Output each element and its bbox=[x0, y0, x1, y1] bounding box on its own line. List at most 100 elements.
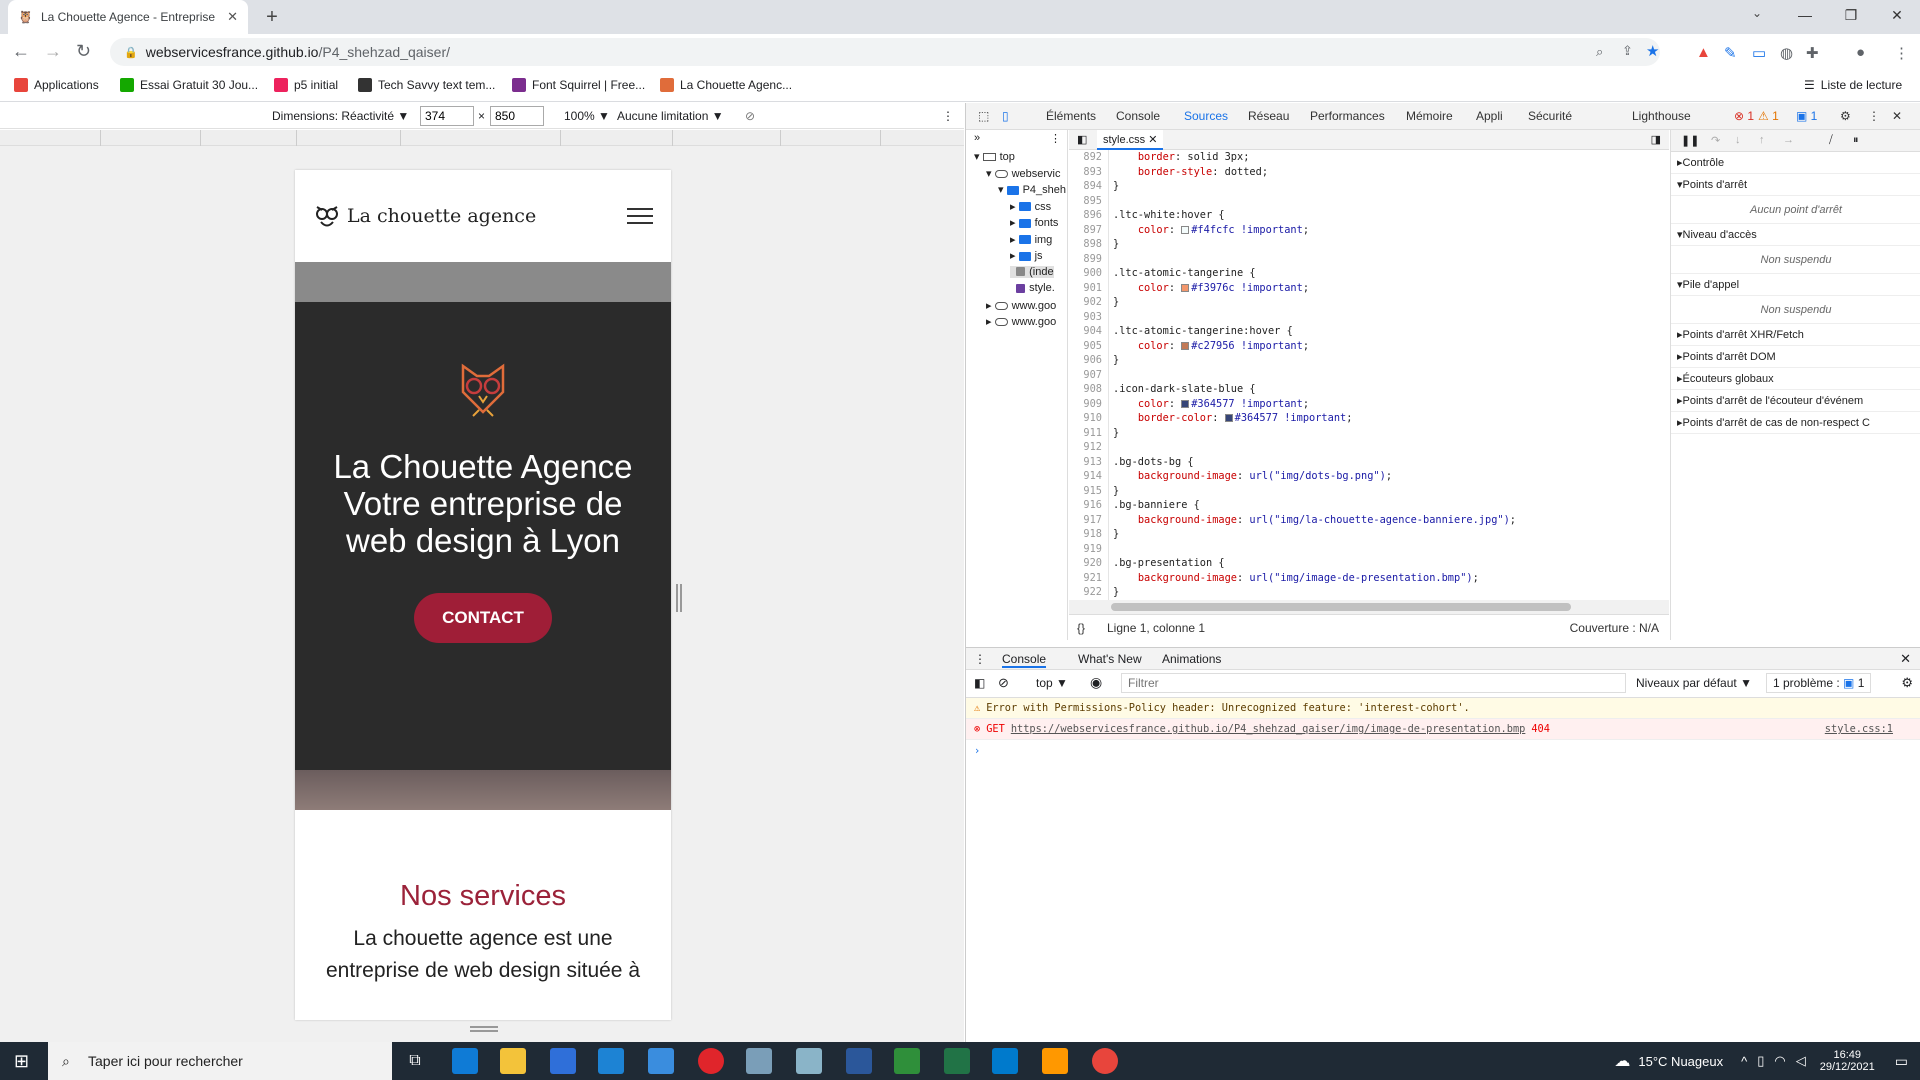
device-menu-icon[interactable]: ⋮ bbox=[942, 109, 954, 123]
navigator-menu-icon[interactable]: ⋮ bbox=[1050, 132, 1061, 145]
color-swatch[interactable] bbox=[1181, 225, 1190, 234]
console-filter-input[interactable] bbox=[1121, 673, 1626, 693]
tab-sources[interactable]: Sources bbox=[1184, 109, 1228, 123]
tree-item[interactable]: ▸ js bbox=[1010, 249, 1043, 262]
bookmark-applications[interactable]: Applications bbox=[14, 78, 99, 92]
code-line[interactable]: 899 bbox=[1069, 251, 1669, 266]
line-number[interactable]: 914 bbox=[1069, 469, 1109, 484]
line-number[interactable]: 913 bbox=[1069, 454, 1109, 469]
debugger-section-header[interactable]: ▸ Points d'arrêt de l'écouteur d'événem bbox=[1671, 390, 1920, 412]
code-line[interactable]: 916 .bg-banniere { bbox=[1069, 498, 1669, 513]
tab-elements[interactable]: Éléments bbox=[1046, 109, 1096, 123]
sublime-icon[interactable] bbox=[1042, 1048, 1068, 1074]
line-number[interactable]: 922 bbox=[1069, 585, 1109, 600]
debugger-section-header[interactable]: ▸ Contrôle bbox=[1671, 152, 1920, 174]
step-over-icon[interactable]: ↷ bbox=[1711, 134, 1720, 147]
tab-security[interactable]: Sécurité bbox=[1528, 109, 1572, 123]
edge-icon[interactable] bbox=[452, 1048, 478, 1074]
line-number[interactable]: 912 bbox=[1069, 440, 1109, 455]
error-count-badge[interactable]: ⊗ 1 bbox=[1734, 109, 1754, 123]
tree-item[interactable]: ▸ www.goo bbox=[986, 299, 1056, 312]
line-number[interactable]: 915 bbox=[1069, 483, 1109, 498]
code-line[interactable]: 912 bbox=[1069, 440, 1669, 455]
line-number[interactable]: 898 bbox=[1069, 237, 1109, 252]
debugger-section-header[interactable]: ▾ Points d'arrêt bbox=[1671, 174, 1920, 196]
line-number[interactable]: 905 bbox=[1069, 338, 1109, 353]
color-swatch[interactable] bbox=[1224, 414, 1233, 422]
toggle-navigator-icon[interactable]: ◧ bbox=[1077, 133, 1087, 146]
store-icon[interactable] bbox=[550, 1048, 576, 1074]
tab-search-icon[interactable]: ⌄ bbox=[1752, 6, 1762, 20]
line-number[interactable]: 892 bbox=[1069, 150, 1109, 165]
file-tab-style-css[interactable]: style.css ✕ bbox=[1097, 130, 1164, 150]
close-window-button[interactable]: ✕ bbox=[1874, 0, 1920, 30]
code-line[interactable]: 918} bbox=[1069, 527, 1669, 542]
notifications-icon[interactable]: ▭ bbox=[1895, 1053, 1908, 1070]
tree-item[interactable]: ▸ fonts bbox=[1010, 216, 1058, 229]
tree-arrow-icon[interactable]: ▾ bbox=[986, 168, 995, 180]
tree-item[interactable]: ▸ img bbox=[1010, 233, 1052, 246]
code-line[interactable]: 911} bbox=[1069, 425, 1669, 440]
battery-icon[interactable]: ▯ bbox=[1757, 1053, 1764, 1069]
code-line[interactable]: 894} bbox=[1069, 179, 1669, 194]
tab-performance[interactable]: Performances bbox=[1310, 109, 1385, 123]
cast-icon[interactable]: ▭ bbox=[1752, 44, 1766, 62]
live-expression-eye-icon[interactable]: ◉ bbox=[1090, 674, 1102, 691]
line-number[interactable]: 900 bbox=[1069, 266, 1109, 281]
close-file-icon[interactable]: ✕ bbox=[1148, 134, 1157, 146]
toggle-debugger-icon[interactable]: ◨ bbox=[1651, 133, 1661, 146]
tree-item[interactable]: ▾ webservic bbox=[986, 167, 1060, 180]
step-icon[interactable]: → bbox=[1783, 134, 1794, 146]
dimensions-dropdown[interactable]: Dimensions: Réactivité ▼ bbox=[272, 109, 409, 123]
pause-on-exceptions-icon[interactable]: ⏸ bbox=[1853, 134, 1859, 147]
tree-item[interactable]: ▸ css bbox=[1010, 200, 1051, 213]
windows-start-icon[interactable]: ⊞ bbox=[14, 1051, 29, 1072]
tree-item[interactable]: ▾ top bbox=[974, 150, 1015, 163]
notepad-icon[interactable] bbox=[796, 1048, 822, 1074]
log-levels-dropdown[interactable]: Niveaux par défaut ▼ bbox=[1636, 676, 1752, 690]
code-line[interactable]: 922} bbox=[1069, 585, 1669, 600]
console-prompt[interactable]: › bbox=[966, 740, 1920, 761]
deactivate-breakpoints-icon[interactable]: ⧸ bbox=[1829, 134, 1833, 147]
line-number[interactable]: 903 bbox=[1069, 309, 1109, 324]
line-number[interactable]: 920 bbox=[1069, 556, 1109, 571]
code-line[interactable]: 903 bbox=[1069, 309, 1669, 324]
tree-arrow-icon[interactable]: ▸ bbox=[986, 300, 995, 312]
step-into-icon[interactable]: ↓ bbox=[1735, 134, 1741, 146]
drawer-tab-animations[interactable]: Animations bbox=[1162, 652, 1221, 666]
code-line[interactable]: 892 border: solid 3px; bbox=[1069, 150, 1669, 165]
chrome-icon[interactable] bbox=[1092, 1048, 1118, 1074]
globe-icon[interactable]: ◍ bbox=[1780, 44, 1793, 62]
width-input[interactable] bbox=[420, 106, 474, 126]
tree-arrow-icon[interactable]: ▸ bbox=[1010, 217, 1019, 229]
color-swatch[interactable] bbox=[1181, 341, 1190, 350]
context-selector[interactable]: top ▼ bbox=[1036, 676, 1068, 690]
code-line[interactable]: 908 .icon-dark-slate-blue { bbox=[1069, 382, 1669, 397]
mail-icon[interactable] bbox=[598, 1048, 624, 1074]
hamburger-menu-icon[interactable] bbox=[627, 208, 653, 224]
paint-icon[interactable] bbox=[746, 1048, 772, 1074]
tab-console[interactable]: Console bbox=[1116, 109, 1160, 123]
tree-arrow-icon[interactable]: ▾ bbox=[974, 151, 983, 163]
line-number[interactable]: 917 bbox=[1069, 512, 1109, 527]
code-line[interactable]: 907 bbox=[1069, 367, 1669, 382]
browser-tab[interactable]: 🦉 La Chouette Agence - Entreprise ✕ bbox=[8, 0, 248, 34]
clear-console-icon[interactable]: ⊘ bbox=[998, 675, 1009, 691]
opera-icon[interactable] bbox=[698, 1048, 724, 1074]
debugger-section-header[interactable]: ▸ Points d'arrêt XHR/Fetch bbox=[1671, 324, 1920, 346]
debugger-section-header[interactable]: ▸ Points d'arrêt DOM bbox=[1671, 346, 1920, 368]
line-number[interactable]: 907 bbox=[1069, 367, 1109, 382]
code-line[interactable]: 905 color: #c27956 !important; bbox=[1069, 338, 1669, 353]
pause-icon[interactable]: ❚❚ bbox=[1681, 134, 1699, 147]
tree-item[interactable]: style. bbox=[1010, 282, 1055, 294]
line-number[interactable]: 918 bbox=[1069, 527, 1109, 542]
line-number[interactable]: 904 bbox=[1069, 324, 1109, 339]
tab-memory[interactable]: Mémoire bbox=[1406, 109, 1453, 123]
line-number[interactable]: 899 bbox=[1069, 251, 1109, 266]
site-logo[interactable]: La chouette agence bbox=[313, 202, 536, 230]
zoom-icon[interactable]: ⌕ bbox=[1596, 44, 1603, 60]
tree-item[interactable]: (inde bbox=[1010, 265, 1054, 278]
close-devtools-icon[interactable]: ✕ bbox=[1892, 109, 1902, 123]
tree-item[interactable]: ▸ www.goo bbox=[986, 315, 1056, 328]
debugger-section-header[interactable]: ▸ Points d'arrêt de cas de non-respect C bbox=[1671, 412, 1920, 434]
